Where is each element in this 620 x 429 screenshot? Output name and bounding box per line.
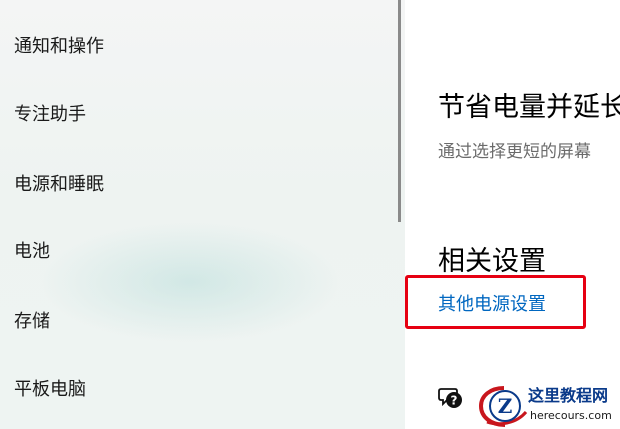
section-description: 通过选择更短的屏幕 bbox=[438, 142, 591, 162]
watermark-logo-icon: Z bbox=[478, 386, 528, 427]
annotation-highlight-box bbox=[405, 275, 586, 329]
settings-sidebar: 通知和操作 专注助手 电源和睡眠 电池 存储 平板电脑 bbox=[0, 0, 405, 429]
site-watermark: Z 这里教程网 herecours.com bbox=[478, 382, 620, 429]
sidebar-item-tablet[interactable]: 平板电脑 bbox=[14, 378, 86, 402]
get-help-icon[interactable]: ? bbox=[438, 386, 464, 410]
watermark-url: herecours.com bbox=[530, 409, 612, 422]
watermark-title: 这里教程网 bbox=[528, 386, 609, 405]
sidebar-item-notifications[interactable]: 通知和操作 bbox=[14, 35, 104, 59]
sidebar-item-battery[interactable]: 电池 bbox=[14, 240, 50, 264]
page-section-title: 节省电量并延长 bbox=[438, 92, 620, 123]
sidebar-scrollbar[interactable] bbox=[398, 0, 401, 222]
sidebar-item-focus-assist[interactable]: 专注助手 bbox=[14, 103, 86, 127]
sidebar-item-power-sleep[interactable]: 电源和睡眠 bbox=[14, 173, 104, 197]
settings-main-pane: 节省电量并延长 通过选择更短的屏幕 相关设置 其他电源设置 ? Z 这里教程网 … bbox=[405, 0, 620, 429]
svg-text:Z: Z bbox=[498, 394, 513, 418]
svg-text:?: ? bbox=[451, 394, 458, 408]
sidebar-item-storage[interactable]: 存储 bbox=[14, 310, 50, 334]
